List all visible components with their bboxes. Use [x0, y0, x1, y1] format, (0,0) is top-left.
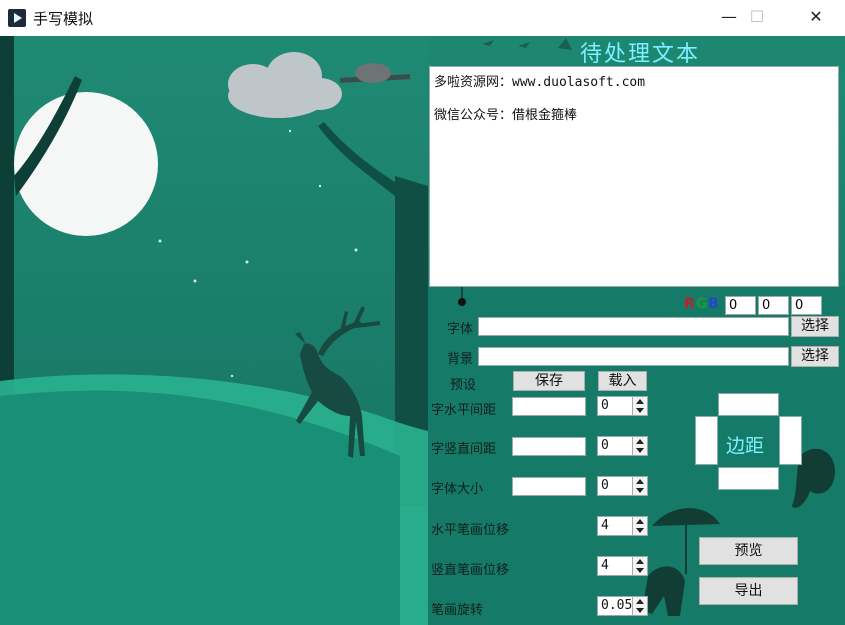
v-stroke-offset-label: 竖直笔画位移 — [431, 563, 510, 578]
window-title: 手写模拟 — [33, 10, 94, 28]
v-spacing-field[interactable] — [512, 437, 586, 456]
preset-save-button[interactable]: 保存 — [513, 371, 585, 391]
h-spacing-field[interactable] — [512, 397, 586, 416]
h-spacing-value: 0 — [601, 398, 609, 413]
preset-label: 预设 — [450, 378, 477, 393]
font-size-label: 字体大小 — [431, 482, 484, 497]
h-spacing-label: 字水平间距 — [431, 403, 497, 418]
font-size-value: 0 — [601, 478, 609, 493]
background-scene: 待处理文本 多啦资源网：www.duolasoft.com 微信公众号：借根金箍… — [0, 36, 845, 625]
background-select-button[interactable]: 选择 — [791, 346, 839, 367]
font-size-field[interactable] — [512, 477, 586, 496]
margin-bottom-field[interactable] — [718, 467, 779, 490]
spinner-arrows[interactable] — [632, 597, 647, 615]
background-path-field[interactable] — [478, 347, 789, 366]
margin-top-field[interactable] — [718, 393, 779, 416]
margin-label: 边距 — [726, 435, 765, 457]
spinner-arrows[interactable] — [632, 437, 647, 455]
g-input[interactable]: 0 — [758, 296, 789, 315]
text-line-1: 多啦资源网：www.duolasoft.com — [434, 75, 646, 90]
spinner-arrows[interactable] — [632, 517, 647, 535]
spinner-arrows[interactable] — [632, 557, 647, 575]
v-stroke-offset-spinner[interactable]: 4 — [597, 556, 648, 576]
b-input[interactable]: 0 — [791, 296, 822, 315]
title-bar: 手写模拟 — ☐ ✕ — [0, 0, 845, 36]
h-stroke-offset-label: 水平笔画位移 — [431, 523, 510, 538]
v-spacing-spinner[interactable]: 0 — [597, 436, 648, 456]
stroke-rotation-value: 0.05 — [601, 598, 633, 613]
preset-load-button[interactable]: 载入 — [598, 371, 647, 391]
font-label: 字体 — [447, 322, 474, 337]
r-input[interactable]: 0 — [725, 296, 756, 315]
stroke-rotation-label: 笔画旋转 — [431, 603, 484, 618]
h-spacing-spinner[interactable]: 0 — [597, 396, 648, 416]
h-stroke-offset-spinner[interactable]: 4 — [597, 516, 648, 536]
b-label: B — [708, 296, 719, 312]
v-stroke-offset-value: 4 — [601, 558, 609, 573]
preview-button[interactable]: 预览 — [699, 537, 798, 565]
close-button[interactable]: ✕ — [793, 0, 839, 36]
margin-right-field[interactable] — [779, 416, 802, 465]
stroke-rotation-spinner[interactable]: 0.05 — [597, 596, 648, 616]
app-icon — [8, 9, 26, 27]
font-select-button[interactable]: 选择 — [791, 316, 839, 337]
cloud — [228, 52, 342, 118]
spinner-arrows[interactable] — [632, 397, 647, 415]
font-size-spinner[interactable]: 0 — [597, 476, 648, 496]
h-stroke-offset-value: 4 — [601, 518, 609, 533]
g-label: G — [696, 296, 708, 312]
v-spacing-value: 0 — [601, 438, 609, 453]
spinner-arrows[interactable] — [632, 477, 647, 495]
background-label: 背景 — [447, 352, 474, 367]
v-spacing-label: 字竖直间距 — [431, 442, 497, 457]
margin-left-field[interactable] — [695, 416, 718, 465]
r-label: R — [684, 296, 695, 312]
text-line-2: 微信公众号：借根金箍棒 — [434, 108, 578, 123]
font-path-field[interactable] — [478, 317, 789, 336]
maximize-button[interactable]: ☐ — [734, 0, 780, 36]
text-input-area[interactable]: 多啦资源网：www.duolasoft.com 微信公众号：借根金箍棒 — [429, 66, 839, 287]
spider — [458, 298, 466, 306]
panel-title: 待处理文本 — [580, 42, 701, 67]
export-button[interactable]: 导出 — [699, 577, 798, 605]
